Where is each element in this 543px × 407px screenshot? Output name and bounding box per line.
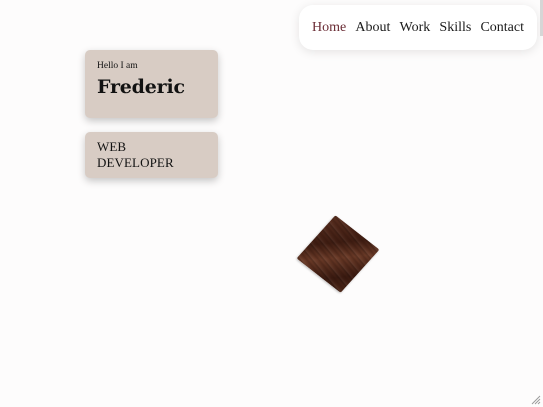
resize-grip-icon[interactable]	[530, 394, 541, 405]
greeting-text: Hello I am	[97, 61, 138, 71]
page: Home About Work Skills Contact Hello I a…	[0, 0, 543, 407]
nav-contact-link[interactable]: Contact	[480, 20, 524, 36]
wooden-cube-icon	[296, 215, 380, 293]
nav-work-link[interactable]: Work	[400, 20, 431, 36]
role-text: WEB DEVELOPER	[97, 139, 174, 170]
nav-about-link[interactable]: About	[355, 20, 390, 36]
main-navigation: Home About Work Skills Contact	[299, 5, 537, 50]
nav-skills-link[interactable]: Skills	[439, 20, 471, 36]
hero-name: Frederic	[97, 76, 185, 98]
nav-home-link[interactable]: Home	[312, 20, 346, 36]
intro-card: Hello I am Frederic	[85, 50, 218, 118]
role-card: WEB DEVELOPER	[85, 132, 218, 178]
